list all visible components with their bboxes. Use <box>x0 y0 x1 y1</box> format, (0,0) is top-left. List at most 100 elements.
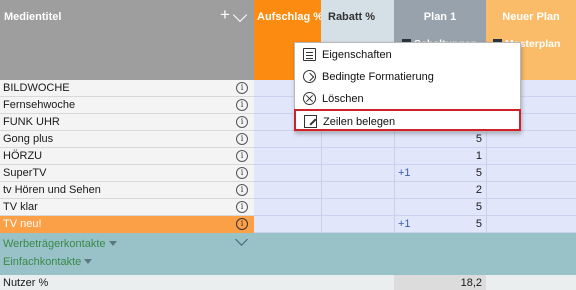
row-title-cell[interactable]: TV klar i <box>0 199 254 216</box>
row-title: Fernsehwoche <box>3 99 76 111</box>
info-icon[interactable]: i <box>236 82 248 94</box>
aufschlag-cell[interactable] <box>254 148 321 165</box>
rabatt-cell[interactable] <box>321 131 394 148</box>
menu-item-label: Bedingte Formatierung <box>322 71 434 83</box>
plan1-cell[interactable]: +1 5 <box>394 165 486 182</box>
row-title: BILDWOCHE <box>3 82 70 94</box>
row-title: tv Hören und Sehen <box>3 184 101 196</box>
column-label-aufschlag: Aufschlag % <box>257 11 324 23</box>
row-title: HÖRZU <box>3 150 43 162</box>
neuer-plan-cell[interactable] <box>486 216 576 233</box>
conditional-format-icon <box>303 70 316 83</box>
column-label-neuer-plan: Neuer Plan <box>502 11 560 23</box>
plan1-cell[interactable]: 5 <box>394 131 486 148</box>
context-menu: Eigenschaften Bedingte Formatierung Lösc… <box>294 42 521 132</box>
menu-item-label: Zeilen belegen <box>323 116 396 128</box>
aufschlag-cell[interactable] <box>254 216 321 233</box>
row-title: FUNK UHR <box>3 116 60 128</box>
plan1-cell[interactable]: 1 <box>394 148 486 165</box>
menu-item-loeschen[interactable]: Löschen <box>295 88 520 110</box>
kontakte-section: Werbeträgerkontakte Einfachkontakte <box>0 233 576 275</box>
caret-down-icon <box>108 241 117 246</box>
add-icon[interactable]: + <box>220 5 230 25</box>
info-icon[interactable]: i <box>236 133 248 145</box>
menu-item-zeilen-belegen[interactable]: Zeilen belegen <box>294 109 521 131</box>
plan1-value: 5 <box>475 133 482 145</box>
plan1-value: 1 <box>475 150 482 162</box>
document-icon <box>303 48 316 61</box>
column-header-medientitel[interactable]: Medientitel + <box>0 0 254 80</box>
aufschlag-cell[interactable] <box>254 199 321 216</box>
column-label-plan1: Plan 1 <box>423 11 457 23</box>
rabatt-cell[interactable] <box>321 165 394 182</box>
column-label-rabatt: Rabatt % <box>328 11 376 23</box>
rabatt-cell[interactable] <box>321 199 394 216</box>
row-title-cell[interactable]: TV neu! i <box>0 216 254 233</box>
einfach-label: Einfachkontakte <box>3 256 82 268</box>
edit-icon <box>304 115 317 128</box>
nutzer-neuer-plan-cell[interactable] <box>486 275 576 290</box>
aufschlag-cell[interactable] <box>254 182 321 199</box>
row-title-cell[interactable]: Fernsehwoche i <box>0 97 254 114</box>
menu-item-label: Eigenschaften <box>322 49 392 61</box>
table-row[interactable]: TV klar i 5 <box>0 199 576 216</box>
werbetraeger-kontakte-dropdown[interactable]: Werbeträgerkontakte <box>3 238 117 250</box>
plan1-cell[interactable]: +1 5 <box>394 216 486 233</box>
info-icon[interactable]: i <box>236 218 248 230</box>
row-title-cell[interactable]: SuperTV i <box>0 165 254 182</box>
row-title: Gong plus <box>3 133 54 145</box>
neuer-plan-cell[interactable] <box>486 165 576 182</box>
neuer-plan-cell[interactable] <box>486 148 576 165</box>
plan1-value: 5 <box>475 218 482 230</box>
chevron-down-icon[interactable] <box>232 7 248 23</box>
table-row[interactable]: HÖRZU i 1 <box>0 148 576 165</box>
row-title: TV neu! <box>3 218 42 230</box>
delta-value: +1 <box>398 218 411 230</box>
neuer-plan-cell[interactable] <box>486 131 576 148</box>
plan1-value: 2 <box>475 184 482 196</box>
row-title-cell[interactable]: FUNK UHR i <box>0 114 254 131</box>
info-icon[interactable]: i <box>236 116 248 128</box>
info-icon[interactable]: i <box>236 99 248 111</box>
column-title-medientitel: Medientitel <box>4 11 62 23</box>
row-title-cell[interactable]: tv Hören und Sehen i <box>0 182 254 199</box>
menu-item-eigenschaften[interactable]: Eigenschaften <box>295 44 520 66</box>
nutzer-title-cell: Nutzer % <box>0 275 394 290</box>
plan1-cell[interactable]: 5 <box>394 199 486 216</box>
werbetraeger-label: Werbeträgerkontakte <box>3 238 106 250</box>
menu-item-bedingte-formatierung[interactable]: Bedingte Formatierung <box>295 66 520 88</box>
info-icon[interactable]: i <box>236 184 248 196</box>
row-title: TV klar <box>3 201 38 213</box>
aufschlag-cell[interactable] <box>254 131 321 148</box>
nutzer-row[interactable]: Nutzer % 18,2 <box>0 275 576 290</box>
nutzer-value: 18,2 <box>460 277 482 289</box>
plan1-value: 5 <box>475 167 482 179</box>
table-row-highlighted[interactable]: TV neu! i +1 5 <box>0 216 576 233</box>
neuer-plan-cell[interactable] <box>486 199 576 216</box>
table-row[interactable]: tv Hören und Sehen i 2 <box>0 182 576 199</box>
plan1-cell[interactable]: 2 <box>394 182 486 199</box>
row-title-cell[interactable]: HÖRZU i <box>0 148 254 165</box>
table-row[interactable]: Gong plus i 5 <box>0 131 576 148</box>
rabatt-cell[interactable] <box>321 148 394 165</box>
aufschlag-cell[interactable] <box>254 165 321 182</box>
nutzer-label: Nutzer % <box>3 277 49 289</box>
table-row[interactable]: SuperTV i +1 5 <box>0 165 576 182</box>
row-title-cell[interactable]: BILDWOCHE i <box>0 80 254 97</box>
menu-item-label: Löschen <box>322 93 364 105</box>
row-title-cell[interactable]: Gong plus i <box>0 131 254 148</box>
rabatt-cell[interactable] <box>321 182 394 199</box>
info-icon[interactable]: i <box>236 201 248 213</box>
info-icon[interactable]: i <box>236 167 248 179</box>
einfach-kontakte-dropdown[interactable]: Einfachkontakte <box>3 256 93 268</box>
nutzer-plan1-cell[interactable]: 18,2 <box>394 275 486 290</box>
delete-icon <box>303 92 316 105</box>
rabatt-cell[interactable] <box>321 216 394 233</box>
info-icon[interactable]: i <box>236 150 248 162</box>
plan1-value: 5 <box>475 201 482 213</box>
chevron-down-icon[interactable] <box>235 233 248 246</box>
caret-down-icon <box>84 259 93 264</box>
delta-value: +1 <box>398 167 411 179</box>
neuer-plan-cell[interactable] <box>486 182 576 199</box>
row-title: SuperTV <box>3 167 47 179</box>
